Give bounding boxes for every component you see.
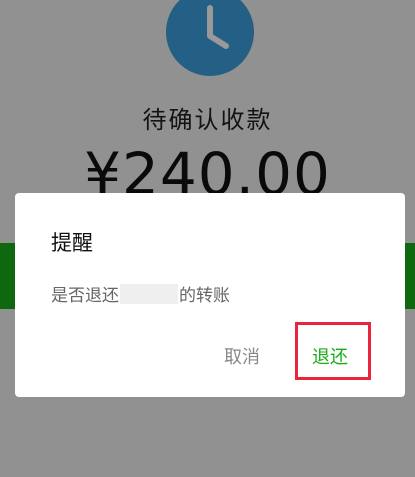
redacted-name: [120, 283, 178, 304]
cancel-button[interactable]: 取消: [224, 343, 260, 369]
dialog-title: 提醒: [51, 231, 93, 255]
return-button[interactable]: 退还: [312, 343, 348, 369]
return-dialog: 提醒 是否退还 的转账 取消 退还: [15, 193, 405, 397]
dialog-message: 是否退还 的转账: [51, 281, 230, 306]
message-suffix: 的转账: [179, 286, 230, 306]
message-prefix: 是否退还: [51, 286, 119, 306]
